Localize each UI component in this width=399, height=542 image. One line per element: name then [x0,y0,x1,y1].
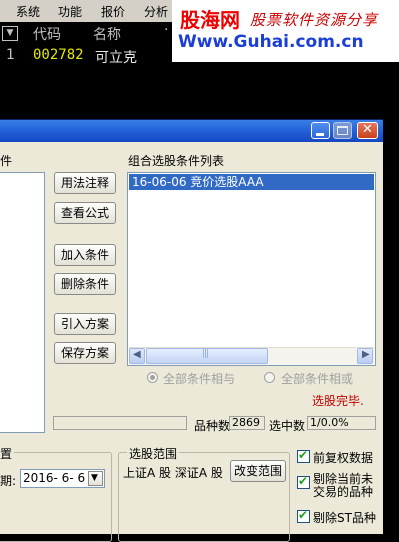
status-message: 选股完毕. [312,394,364,408]
horizontal-scrollbar[interactable]: ◀ ||| ▶ [129,347,374,365]
menu-quote[interactable]: 报价 [101,3,125,20]
date-picker[interactable]: 2016- 6- 6 ▼ [20,469,105,488]
minimize-icon [316,133,324,136]
date-label: 期: [0,474,17,488]
grip-icon: ||| [202,349,209,359]
row-index: 1 [6,47,15,63]
chevron-right-icon: ▶ [362,349,370,360]
change-range-button[interactable]: 改变范围 [230,460,286,482]
column-header-name[interactable]: 名称 [93,24,121,44]
count-label: 品种数 [194,419,231,433]
all-and-radio[interactable] [147,372,158,383]
date-value: 2016- 6- 6 [23,471,86,485]
watermark-banner: 股海网 股票软件资源分享 Www.Guhai.com.cn [172,0,399,62]
close-button[interactable]: ✕ [357,122,378,139]
delete-condition-button[interactable]: 删除条件 [54,273,116,295]
scroll-right-button[interactable]: ▶ [357,348,373,364]
chevron-down-icon: ▼ [91,473,98,483]
watermark-slogan: 股票软件资源分享 [250,11,379,29]
view-formula-button[interactable]: 查看公式 [54,202,116,224]
watermark-logo: 股海网 [180,8,240,32]
menu-system[interactable]: 系统 [16,3,40,20]
all-and-label: 全部条件相与 [163,372,236,386]
count-value: 2869 [229,416,265,430]
range-group-title: 选股范围 [127,445,180,462]
maximize-icon [337,126,348,135]
selected-label: 选中数 [269,419,306,433]
progress-bar [53,416,187,430]
exclude-untraded-checkbox[interactable] [297,474,310,489]
range-text: 上证A 股 深证A 股 [123,466,223,480]
list-item[interactable]: 16-06-06 竞价选股AAA [129,174,374,190]
close-icon: ✕ [362,122,373,137]
scroll-left-button[interactable]: ◀ [129,348,145,364]
table-row[interactable]: 1 002782 可立克 [0,44,172,66]
stock-screening-dialog: ✕ 件 用法注释 查看公式 加入条件 删除条件 引入方案 保存方案 组合选股条件… [0,119,383,542]
scroll-thumb[interactable]: ||| [146,348,268,364]
dropdown-arrow-icon[interactable]: ▼ [2,26,18,41]
column-header-code[interactable]: 代码 [33,24,61,44]
usage-notes-button[interactable]: 用法注释 [54,172,116,194]
settings-group-title: 置 [0,445,15,462]
minimize-button[interactable] [311,122,330,139]
maximize-button[interactable] [333,122,352,139]
watermark-url: Www.Guhai.com.cn [178,32,364,52]
exclude-st-label: 剔除ST品种 [313,511,376,525]
condition-panel-title: 件 [0,154,13,168]
all-or-radio[interactable] [264,372,275,383]
stock-name: 可立克 [95,50,137,66]
chevron-left-icon: ◀ [133,349,141,360]
import-plan-button[interactable]: 引入方案 [54,313,116,335]
condition-list[interactable]: 16-06-06 竞价选股AAA ◀ ||| ▶ [127,172,376,366]
selected-value: 1/0.0% [307,416,376,430]
save-plan-button[interactable]: 保存方案 [54,342,116,364]
header-dot: · [164,22,169,38]
radio-dot [150,375,155,380]
stock-code: 002782 [33,47,84,63]
prev-restore-label: 前复权数据 [313,451,374,465]
condition-list-title: 组合选股条件列表 [128,154,225,168]
stock-table-header: ▼ 代码 名称 · [0,22,172,44]
settings-group [0,452,112,542]
menu-analysis[interactable]: 分析 [144,3,168,20]
exclude-st-checkbox[interactable] [297,508,310,523]
condition-tree-panel[interactable] [0,172,45,433]
menu-function[interactable]: 功能 [58,3,82,20]
add-condition-button[interactable]: 加入条件 [54,244,116,266]
all-or-label: 全部条件相或 [281,372,354,386]
exclude-untraded-label-line2: 交易的品种 [313,485,374,499]
prev-restore-checkbox[interactable] [297,448,310,463]
dialog-title-bar[interactable]: ✕ [0,120,383,142]
date-dropdown-button[interactable]: ▼ [88,471,103,486]
